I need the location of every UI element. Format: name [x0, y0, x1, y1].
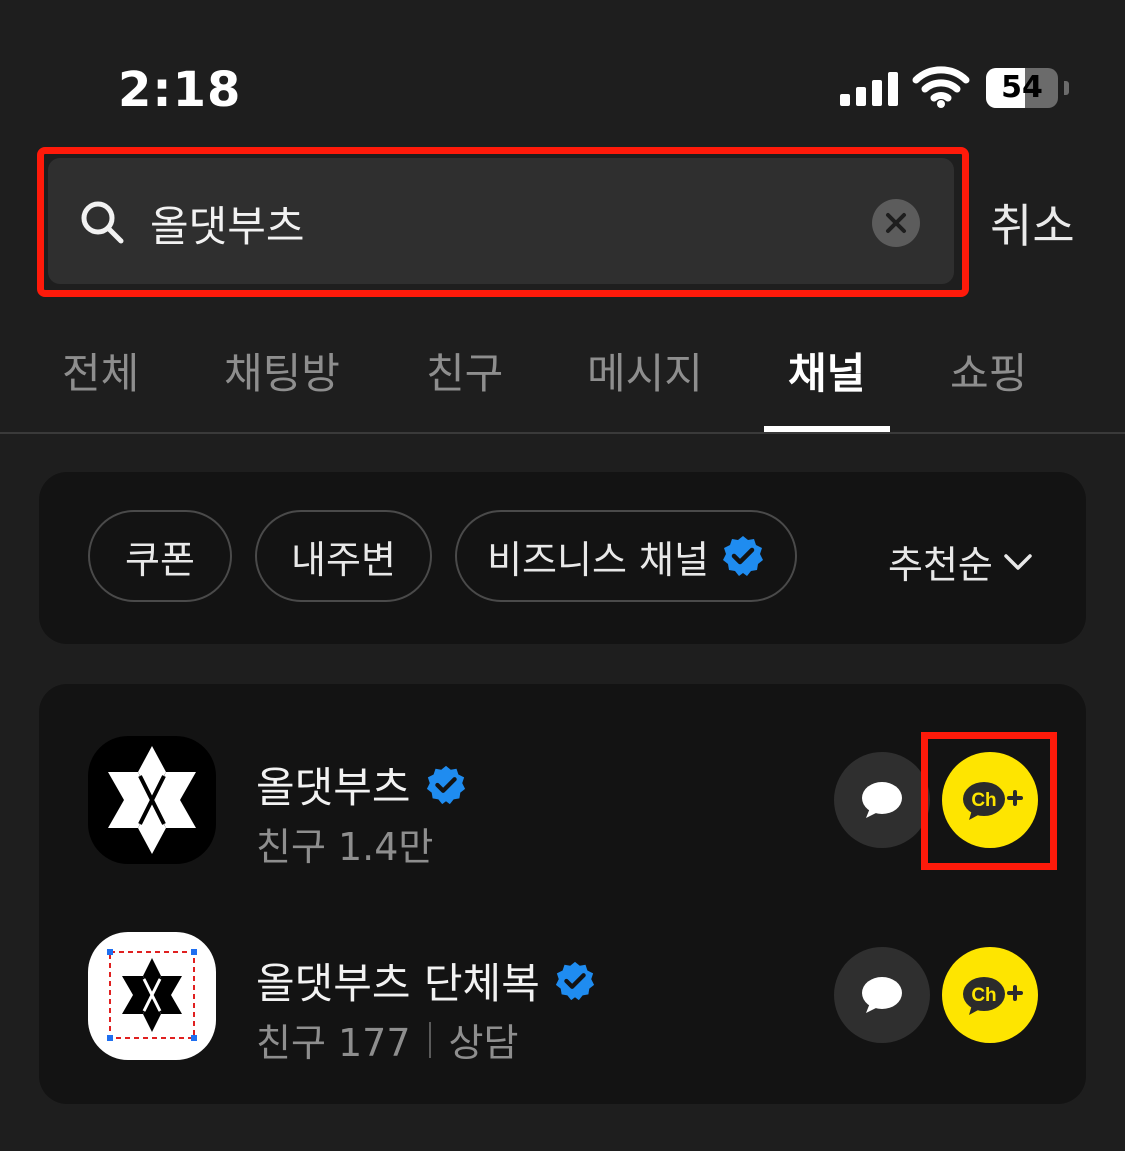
clear-icon [886, 213, 906, 233]
add-channel-highlight-box [921, 732, 1057, 870]
tabs-divider [0, 432, 1125, 434]
channel-name: 올댓부츠 [256, 763, 411, 812]
channel-name-row: 올댓부츠 [256, 754, 467, 815]
filter-chip-business-channel[interactable]: 비즈니스 채널 [455, 510, 797, 602]
tab-channels[interactable]: 채널 [788, 340, 865, 401]
chevron-down-icon [1004, 553, 1032, 570]
battery-indicator: 54 [986, 68, 1069, 108]
sort-dropdown[interactable]: 추천순 [888, 534, 1033, 589]
clear-search-button[interactable] [872, 199, 920, 247]
filter-chip-label: 비즈니스 채널 [487, 537, 709, 582]
tab-messages[interactable]: 메시지 [587, 340, 703, 401]
channel-name-row: 올댓부츠 단체복 [256, 950, 596, 1011]
tab-chatrooms[interactable]: 채팅방 [224, 340, 340, 401]
add-channel-button[interactable]: Ch [942, 947, 1038, 1043]
tab-friends[interactable]: 친구 [426, 340, 503, 401]
chat-bubble-icon [862, 977, 902, 1013]
tab-shopping[interactable]: 쇼핑 [950, 340, 1027, 401]
channel-name: 올댓부츠 단체복 [256, 959, 540, 1008]
wifi-icon [912, 66, 970, 108]
channel-logo [88, 736, 216, 864]
channel-logo [88, 932, 216, 1060]
search-icon [81, 201, 124, 244]
meta-divider [428, 1021, 431, 1058]
verified-badge-icon [555, 961, 594, 1000]
channel-meta: 친구 177 상담 [256, 1012, 518, 1067]
cellular-signal-icon [840, 72, 898, 106]
battery-level: 54 [1001, 70, 1043, 105]
chat-button[interactable] [834, 752, 930, 848]
channel-friend-count: 친구 177 [256, 1021, 411, 1065]
channel-consult-label: 상담 [448, 1021, 519, 1065]
channel-add-icon: Ch [963, 977, 1023, 1015]
tab-all[interactable]: 전체 [62, 340, 139, 401]
sort-label: 추천순 [888, 543, 993, 587]
svg-text:Ch: Ch [971, 985, 996, 1006]
status-time: 2:18 [118, 62, 242, 118]
verified-badge-icon [722, 536, 763, 576]
cancel-button[interactable]: 취소 [990, 190, 1075, 256]
filter-chip-label: 쿠폰 [125, 537, 195, 582]
search-input[interactable]: 올댓부츠 [150, 193, 305, 254]
filter-chip-coupon[interactable]: 쿠폰 [88, 510, 232, 602]
filter-chip-label: 내주변 [291, 537, 396, 582]
verified-badge-icon [426, 765, 465, 804]
channel-friend-count: 친구 1.4만 [256, 825, 434, 869]
filter-chip-nearby[interactable]: 내주변 [255, 510, 432, 602]
chat-button[interactable] [834, 947, 930, 1043]
chat-bubble-icon [862, 782, 902, 818]
